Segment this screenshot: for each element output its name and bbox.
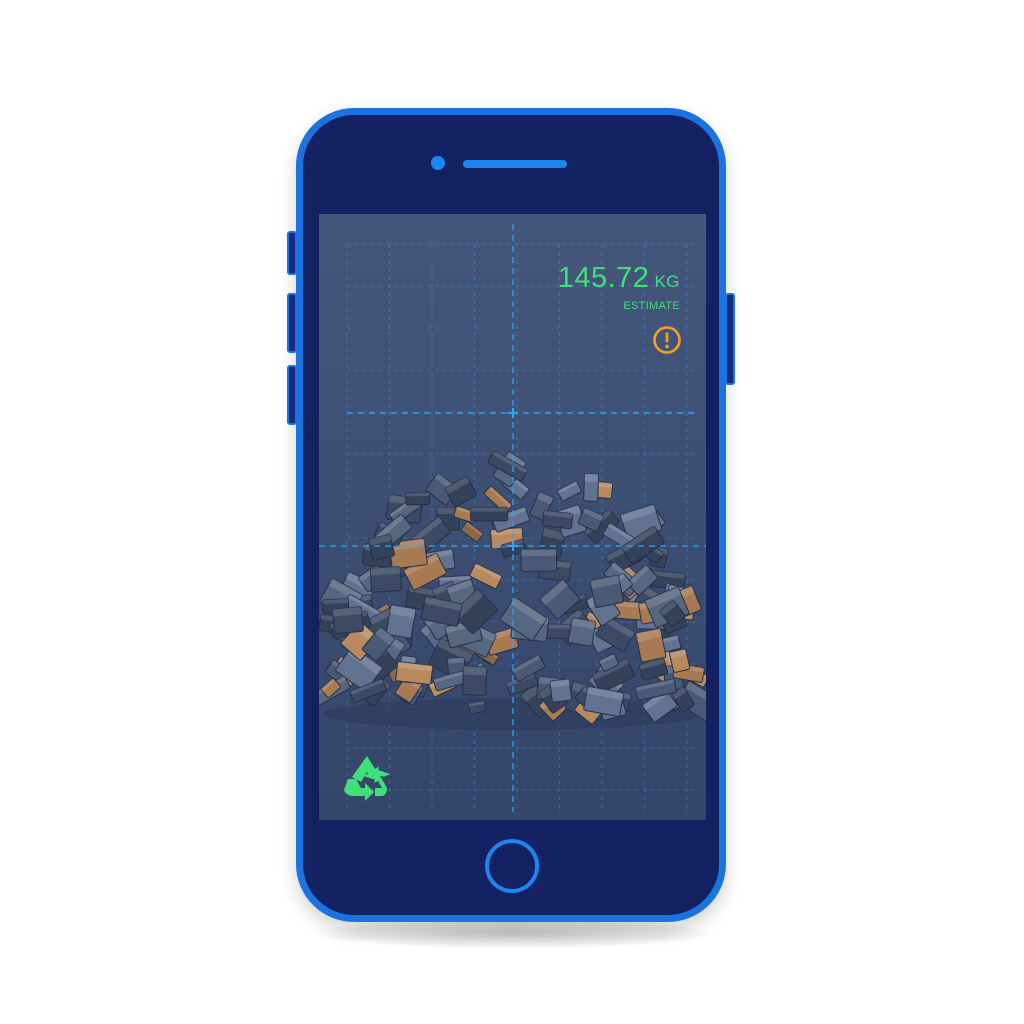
volume-up-button[interactable] xyxy=(287,231,297,275)
mute-switch[interactable] xyxy=(287,365,297,425)
scrap-piece xyxy=(462,665,488,696)
scrap-piece xyxy=(520,548,558,572)
estimate-label: ESTIMATE xyxy=(623,300,680,312)
scrap-piece xyxy=(635,628,667,663)
recycle-icon xyxy=(344,756,390,801)
scanner-screen[interactable]: 145.72 KG ESTIMATE xyxy=(319,214,706,820)
earpiece-speaker xyxy=(463,160,567,168)
scrap-piece xyxy=(331,606,364,635)
scrap-piece xyxy=(549,678,572,703)
weight-value: 145.72 xyxy=(557,262,650,294)
warning-icon[interactable] xyxy=(651,324,683,356)
home-button[interactable] xyxy=(485,839,539,893)
phone-shadow xyxy=(318,918,708,948)
scrap-piece xyxy=(467,700,487,715)
scrap-piece xyxy=(541,510,574,530)
phone-device: 145.72 KG ESTIMATE xyxy=(287,108,735,922)
scrap-piece xyxy=(368,534,395,561)
scrap-piece xyxy=(583,472,599,502)
volume-down-button[interactable] xyxy=(287,293,297,353)
scrap-piece xyxy=(395,661,434,685)
scrap-piece xyxy=(369,566,403,593)
scrap-piece xyxy=(589,574,624,608)
scrap-piece xyxy=(385,604,417,639)
weight-readout: 145.72 KG xyxy=(558,262,680,295)
weight-unit: KG xyxy=(654,272,680,291)
scrap-piece xyxy=(405,491,431,506)
scrap-piece xyxy=(567,617,597,647)
power-button[interactable] xyxy=(725,293,735,385)
front-camera xyxy=(431,156,445,170)
scrap-piece xyxy=(470,506,509,522)
